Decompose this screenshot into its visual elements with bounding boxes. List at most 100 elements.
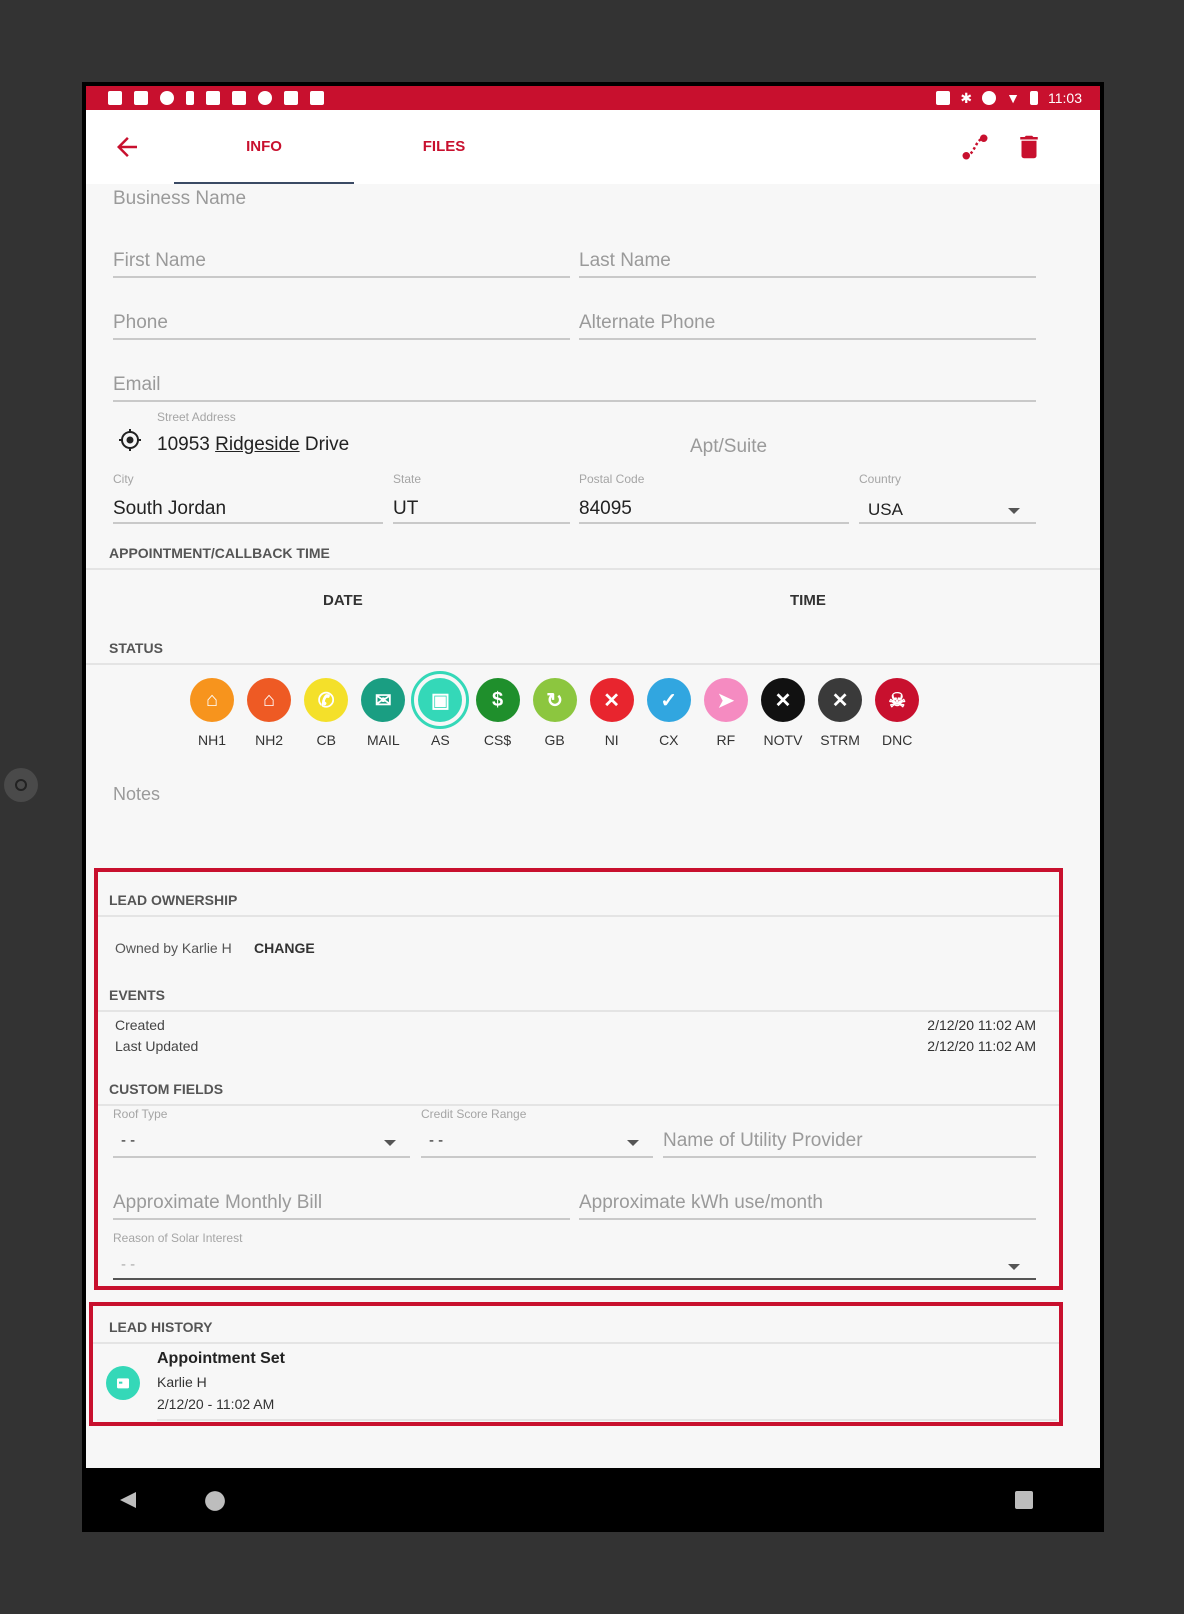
lead-ownership-title: LEAD OWNERSHIP xyxy=(109,892,238,908)
event-label: Created xyxy=(115,1017,165,1033)
home-icon: ⌂ xyxy=(205,688,219,711)
email-input[interactable]: Email xyxy=(113,374,161,396)
change-owner-button[interactable]: CHANGE xyxy=(254,940,315,956)
dollar-icon: $ xyxy=(491,688,504,711)
event-label: Last Updated xyxy=(115,1038,199,1054)
status-button-strm[interactable]: ✕ xyxy=(818,678,863,722)
alternate-phone-input[interactable]: Alternate Phone xyxy=(579,312,715,334)
status-button-dnc[interactable]: ☠ xyxy=(875,678,920,722)
status-button-mail[interactable]: ✉ xyxy=(361,678,406,722)
status-label: CS$ xyxy=(483,732,512,748)
history-event-title: Appointment Set xyxy=(157,1350,285,1367)
status-label: NOTV xyxy=(763,732,803,748)
state-input[interactable]: UT xyxy=(393,498,418,520)
battery-notif-icon xyxy=(186,91,194,105)
city-underline xyxy=(113,522,383,524)
date-picker-button[interactable]: DATE xyxy=(323,592,363,609)
history-event-time: 2/12/20 - 11:02 AM xyxy=(157,1396,275,1412)
country-select[interactable]: USA xyxy=(868,500,903,520)
business-name-input[interactable]: Business Name xyxy=(113,188,246,210)
city-input[interactable]: South Jordan xyxy=(113,498,226,520)
status-button-cx[interactable]: ✓ xyxy=(646,678,691,722)
back-arrow-icon[interactable] xyxy=(112,132,142,162)
state-label: State xyxy=(393,472,422,486)
calendar-notif-icon xyxy=(108,91,122,105)
tablet-frame: ✱ ▼ 11:03 INFO FILES Business Name First… xyxy=(82,82,1104,1532)
status-label: NI xyxy=(604,732,619,748)
appointment-section-title: APPOINTMENT/CALLBACK TIME xyxy=(109,545,330,561)
status-button-ni[interactable]: ✕ xyxy=(589,678,634,722)
status-label: NH1 xyxy=(197,732,226,748)
credit-score-select[interactable]: - - xyxy=(429,1132,443,1149)
kwh-usage-underline xyxy=(579,1218,1036,1220)
status-button-notv[interactable]: ✕ xyxy=(761,678,805,722)
dnd-icon xyxy=(982,91,997,105)
history-row-divider xyxy=(157,1419,1057,1421)
image-notif-icon xyxy=(232,91,246,105)
credit-score-dropdown-icon[interactable] xyxy=(627,1140,639,1146)
last-name-input[interactable]: Last Name xyxy=(579,250,671,272)
email-notif-icon xyxy=(206,91,220,105)
trash-icon[interactable] xyxy=(1014,132,1044,162)
status-button-css[interactable]: $ xyxy=(475,678,520,722)
app-screen: ✱ ▼ 11:03 INFO FILES Business Name First… xyxy=(86,86,1100,1468)
status-button-cb[interactable]: ✆ xyxy=(304,678,349,722)
first-name-underline xyxy=(113,276,570,278)
share-notif-icon xyxy=(160,91,174,105)
roof-type-underline xyxy=(113,1156,410,1158)
status-label: GB xyxy=(544,732,565,748)
notes-input[interactable]: Notes xyxy=(113,784,160,805)
location-target-icon[interactable] xyxy=(118,428,142,452)
tab-info[interactable]: INFO xyxy=(174,134,354,184)
kwh-usage-input[interactable]: Approximate kWh use/month xyxy=(579,1192,823,1214)
email-underline xyxy=(113,400,1036,402)
apt-suite-input[interactable]: Apt/Suite xyxy=(690,436,767,458)
street-name: Ridgeside xyxy=(215,434,300,455)
phone-input[interactable]: Phone xyxy=(113,312,168,334)
utility-provider-input[interactable]: Name of Utility Provider xyxy=(663,1130,863,1152)
time-picker-button[interactable]: TIME xyxy=(790,592,826,609)
roof-type-select[interactable]: - - xyxy=(121,1132,135,1149)
roof-type-dropdown-icon[interactable] xyxy=(384,1140,396,1146)
status-label: AS xyxy=(431,732,450,748)
status-button-nh1[interactable]: ⌂ xyxy=(190,678,234,722)
status-divider xyxy=(86,663,1100,665)
status-button-gb[interactable]: ↻ xyxy=(532,678,577,722)
first-name-input[interactable]: First Name xyxy=(113,250,206,272)
event-value: 2/12/20 11:02 AM xyxy=(927,1038,1036,1054)
postal-code-label: Postal Code xyxy=(579,472,645,486)
wifi-icon: ▼ xyxy=(1006,90,1020,106)
tab-files[interactable]: FILES xyxy=(354,134,534,184)
status-label: NH2 xyxy=(255,732,284,748)
nav-back-icon[interactable] xyxy=(118,1490,138,1510)
android-nav-bar xyxy=(86,1468,1100,1532)
x-icon: ✕ xyxy=(774,689,792,712)
history-divider xyxy=(93,1342,1059,1344)
status-button-rf[interactable]: ➤ xyxy=(703,678,748,722)
app-bar: INFO FILES xyxy=(86,110,1100,184)
solar-interest-underline xyxy=(113,1278,1036,1280)
pinwheel-notif-icon xyxy=(284,91,298,105)
notification-icons xyxy=(86,91,324,105)
last-name-underline xyxy=(579,276,1036,278)
postal-code-input[interactable]: 84095 xyxy=(579,498,632,520)
check-icon: ✓ xyxy=(660,689,678,712)
country-dropdown-icon[interactable] xyxy=(1008,508,1020,514)
route-icon[interactable] xyxy=(960,132,990,162)
nav-recents-icon[interactable] xyxy=(1014,1490,1034,1510)
floating-overlay-button[interactable] xyxy=(4,768,38,802)
ownership-divider xyxy=(98,915,1059,917)
solar-interest-select[interactable]: - - xyxy=(121,1256,135,1273)
x-icon: ✕ xyxy=(831,689,849,712)
status-section-title: STATUS xyxy=(109,640,163,656)
city-label: City xyxy=(113,472,134,486)
monthly-bill-input[interactable]: Approximate Monthly Bill xyxy=(113,1192,322,1214)
home-icon: ⌂ xyxy=(263,688,276,711)
nav-home-icon[interactable] xyxy=(204,1490,226,1512)
credit-score-underline xyxy=(421,1156,653,1158)
calendar-icon xyxy=(106,1366,140,1400)
highlight-box-ownership xyxy=(94,868,1063,1290)
solar-interest-dropdown-icon[interactable] xyxy=(1008,1264,1020,1270)
status-button-nh2[interactable]: ⌂ xyxy=(247,678,292,722)
street-address-input[interactable]: 10953 Ridgeside Drive xyxy=(157,434,349,456)
